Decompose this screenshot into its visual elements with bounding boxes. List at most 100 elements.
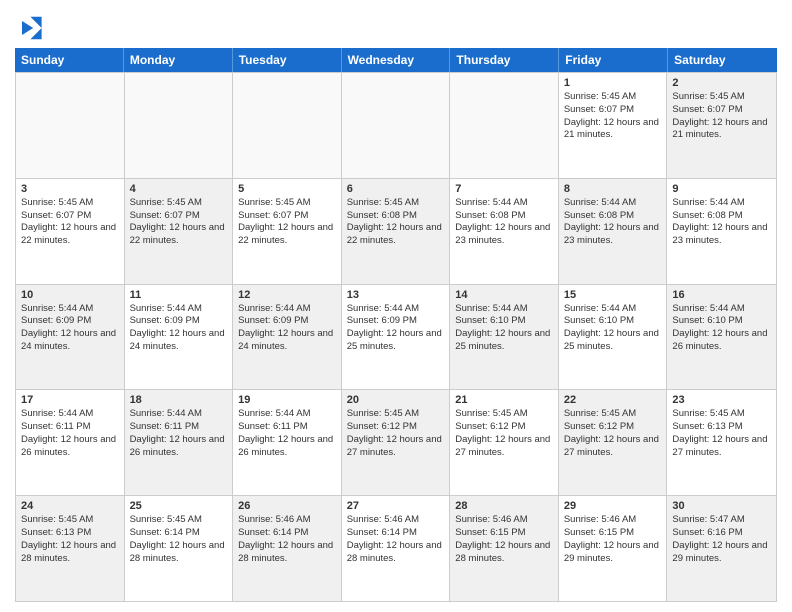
day-info: Sunrise: 5:45 AM Sunset: 6:12 PM Dayligh… [564,408,662,459]
day-info: Sunrise: 5:46 AM Sunset: 6:15 PM Dayligh… [564,514,662,565]
calendar-cell: 5 Sunrise: 5:45 AM Sunset: 6:07 PM Daylig… [233,179,342,284]
calendar-cell: 9 Sunrise: 5:44 AM Sunset: 6:08 PM Daylig… [667,179,776,284]
day-number: 20 [347,394,445,406]
day-number: 17 [21,394,119,406]
calendar-cell: 16 Sunrise: 5:44 AM Sunset: 6:10 PM Dayli… [667,285,776,390]
page: SundayMondayTuesdayWednesdayThursdayFrid… [0,0,792,612]
day-info: Sunrise: 5:45 AM Sunset: 6:07 PM Dayligh… [130,197,228,248]
day-info: Sunrise: 5:46 AM Sunset: 6:14 PM Dayligh… [238,514,336,565]
calendar-cell: 11 Sunrise: 5:44 AM Sunset: 6:09 PM Dayli… [125,285,234,390]
calendar-cell: 24 Sunrise: 5:45 AM Sunset: 6:13 PM Dayli… [16,496,125,601]
day-number: 11 [130,289,228,301]
day-number: 15 [564,289,662,301]
calendar-cell: 25Sunrise: 5:45 AM Sunset: 6:14 PM Dayli… [125,496,234,601]
calendar-cell: 1Sunrise: 5:45 AM Sunset: 6:07 PM Daylig… [559,73,668,178]
day-info: Sunrise: 5:46 AM Sunset: 6:14 PM Dayligh… [347,514,445,565]
calendar-header: SundayMondayTuesdayWednesdayThursdayFrid… [15,48,777,72]
calendar-cell: 26 Sunrise: 5:46 AM Sunset: 6:14 PM Dayli… [233,496,342,601]
day-info: Sunrise: 5:44 AM Sunset: 6:08 PM Dayligh… [672,197,771,248]
day-info: Sunrise: 5:44 AM Sunset: 6:11 PM Dayligh… [21,408,119,459]
day-info: Sunrise: 5:45 AM Sunset: 6:07 PM Dayligh… [564,91,662,142]
day-number: 22 [564,394,662,406]
calendar-cell: 23 Sunrise: 5:45 AM Sunset: 6:13 PM Dayli… [667,390,776,495]
day-number: 13 [347,289,445,301]
day-info: Sunrise: 5:45 AM Sunset: 6:12 PM Dayligh… [347,408,445,459]
day-info: Sunrise: 5:44 AM Sunset: 6:08 PM Dayligh… [564,197,662,248]
day-number: 24 [21,500,119,512]
header [15,10,777,42]
calendar: SundayMondayTuesdayWednesdayThursdayFrid… [15,48,777,602]
day-number: 5 [238,183,336,195]
calendar-cell: 17 Sunrise: 5:44 AM Sunset: 6:11 PM Dayli… [16,390,125,495]
weekday-header: Saturday [668,48,777,72]
calendar-cell: 14 Sunrise: 5:44 AM Sunset: 6:10 PM Dayli… [450,285,559,390]
day-info: Sunrise: 5:45 AM Sunset: 6:07 PM Dayligh… [21,197,119,248]
day-info: Sunrise: 5:46 AM Sunset: 6:15 PM Dayligh… [455,514,553,565]
calendar-cell: 20 Sunrise: 5:45 AM Sunset: 6:12 PM Dayli… [342,390,451,495]
calendar-body: 1Sunrise: 5:45 AM Sunset: 6:07 PM Daylig… [15,72,777,602]
weekday-header: Friday [559,48,668,72]
calendar-cell: 12Sunrise: 5:44 AM Sunset: 6:09 PM Dayli… [233,285,342,390]
weekday-header: Wednesday [342,48,451,72]
calendar-cell [342,73,451,178]
day-number: 21 [455,394,553,406]
calendar-cell: 27 Sunrise: 5:46 AM Sunset: 6:14 PM Dayli… [342,496,451,601]
day-number: 18 [130,394,228,406]
day-info: Sunrise: 5:45 AM Sunset: 6:07 PM Dayligh… [672,91,771,142]
day-number: 27 [347,500,445,512]
day-info: Sunrise: 5:44 AM Sunset: 6:10 PM Dayligh… [672,303,771,354]
day-info: Sunrise: 5:44 AM Sunset: 6:09 PM Dayligh… [21,303,119,354]
day-number: 30 [672,500,771,512]
day-info: Sunrise: 5:45 AM Sunset: 6:13 PM Dayligh… [21,514,119,565]
calendar-row: 17 Sunrise: 5:44 AM Sunset: 6:11 PM Dayli… [16,389,776,495]
day-number: 12 [238,289,336,301]
day-info: Sunrise: 5:44 AM Sunset: 6:08 PM Dayligh… [455,197,553,248]
weekday-header: Thursday [450,48,559,72]
day-info: Sunrise: 5:45 AM Sunset: 6:07 PM Dayligh… [238,197,336,248]
day-number: 7 [455,183,553,195]
day-info: Sunrise: 5:44 AM Sunset: 6:09 PM Dayligh… [130,303,228,354]
day-number: 26 [238,500,336,512]
calendar-cell: 21 Sunrise: 5:45 AM Sunset: 6:12 PM Dayli… [450,390,559,495]
calendar-row: 1Sunrise: 5:45 AM Sunset: 6:07 PM Daylig… [16,72,776,178]
day-number: 29 [564,500,662,512]
calendar-cell: 19Sunrise: 5:44 AM Sunset: 6:11 PM Dayli… [233,390,342,495]
calendar-row: 10 Sunrise: 5:44 AM Sunset: 6:09 PM Dayli… [16,284,776,390]
logo-icon [15,14,43,42]
day-info: Sunrise: 5:44 AM Sunset: 6:09 PM Dayligh… [347,303,445,354]
day-number: 3 [21,183,119,195]
day-info: Sunrise: 5:45 AM Sunset: 6:08 PM Dayligh… [347,197,445,248]
calendar-cell: 18 Sunrise: 5:44 AM Sunset: 6:11 PM Dayli… [125,390,234,495]
day-info: Sunrise: 5:44 AM Sunset: 6:10 PM Dayligh… [564,303,662,354]
day-number: 16 [672,289,771,301]
calendar-cell [125,73,234,178]
day-number: 23 [672,394,771,406]
weekday-header: Tuesday [233,48,342,72]
day-number: 9 [672,183,771,195]
day-info: Sunrise: 5:45 AM Sunset: 6:13 PM Dayligh… [672,408,771,459]
calendar-cell: 13 Sunrise: 5:44 AM Sunset: 6:09 PM Dayli… [342,285,451,390]
calendar-cell: 3 Sunrise: 5:45 AM Sunset: 6:07 PM Daylig… [16,179,125,284]
calendar-row: 24 Sunrise: 5:45 AM Sunset: 6:13 PM Dayli… [16,495,776,601]
calendar-row: 3 Sunrise: 5:45 AM Sunset: 6:07 PM Daylig… [16,178,776,284]
calendar-cell [450,73,559,178]
day-info: Sunrise: 5:45 AM Sunset: 6:14 PM Dayligh… [130,514,228,565]
calendar-cell: 28Sunrise: 5:46 AM Sunset: 6:15 PM Dayli… [450,496,559,601]
calendar-cell: 7 Sunrise: 5:44 AM Sunset: 6:08 PM Daylig… [450,179,559,284]
calendar-cell: 29 Sunrise: 5:46 AM Sunset: 6:15 PM Dayli… [559,496,668,601]
weekday-header: Monday [124,48,233,72]
day-number: 14 [455,289,553,301]
calendar-cell: 15 Sunrise: 5:44 AM Sunset: 6:10 PM Dayli… [559,285,668,390]
day-number: 6 [347,183,445,195]
calendar-cell: 4Sunrise: 5:45 AM Sunset: 6:07 PM Daylig… [125,179,234,284]
day-info: Sunrise: 5:44 AM Sunset: 6:11 PM Dayligh… [130,408,228,459]
calendar-cell [233,73,342,178]
calendar-cell: 30Sunrise: 5:47 AM Sunset: 6:16 PM Dayli… [667,496,776,601]
day-info: Sunrise: 5:44 AM Sunset: 6:10 PM Dayligh… [455,303,553,354]
day-info: Sunrise: 5:44 AM Sunset: 6:11 PM Dayligh… [238,408,336,459]
day-info: Sunrise: 5:45 AM Sunset: 6:12 PM Dayligh… [455,408,553,459]
day-number: 10 [21,289,119,301]
day-number: 2 [672,77,771,89]
calendar-cell [16,73,125,178]
calendar-cell: 22 Sunrise: 5:45 AM Sunset: 6:12 PM Dayli… [559,390,668,495]
